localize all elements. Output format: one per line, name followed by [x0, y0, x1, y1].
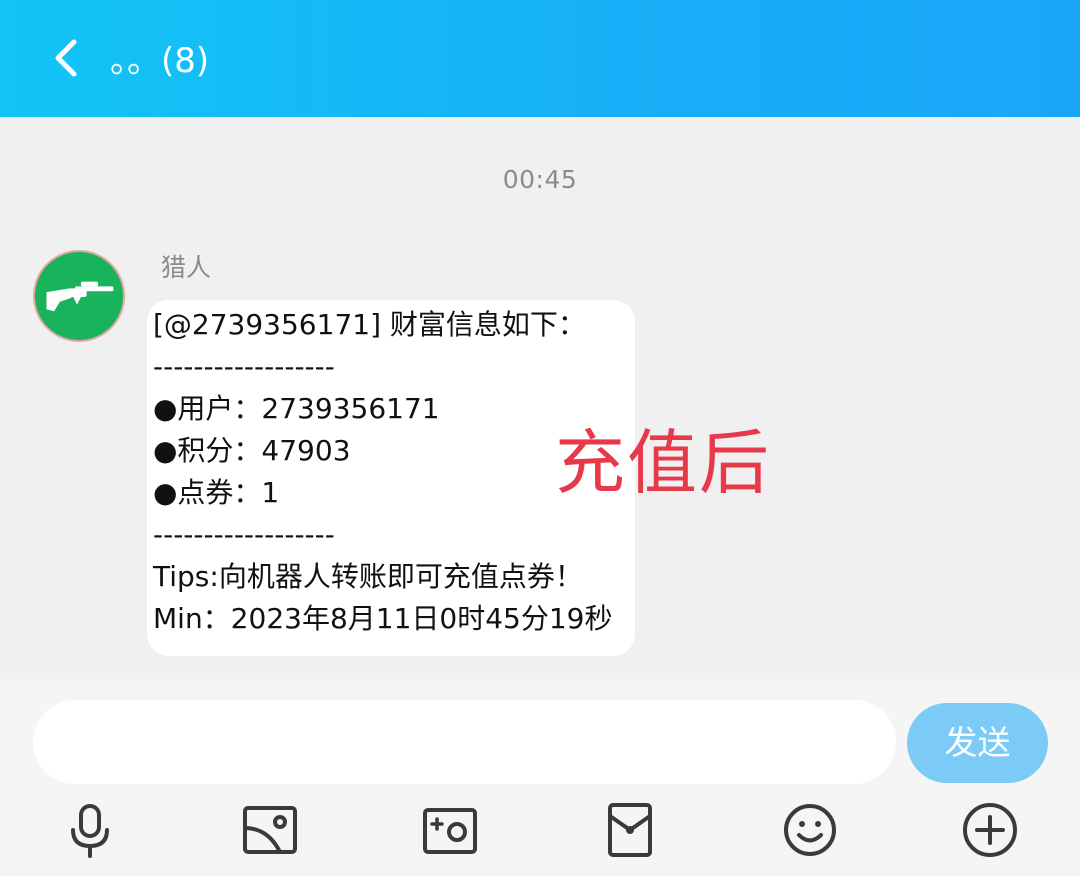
message-list[interactable]: 00:45 猎人 [@2739356171] 财富信息如下： ---------… — [0, 117, 1080, 679]
emoji-button[interactable] — [780, 800, 840, 860]
send-button[interactable]: 发送 — [907, 703, 1048, 783]
message-timestamp: 00:45 — [502, 165, 578, 194]
chevron-left-icon — [55, 39, 77, 77]
more-button[interactable] — [960, 800, 1020, 860]
message-line: ------------------ — [153, 518, 335, 551]
image-icon — [243, 806, 297, 854]
input-bar: 发送 — [0, 679, 1080, 876]
chat-header: 。。(8) — [0, 0, 1080, 117]
message-line: Tips:向机器人转账即可充值点券！ — [153, 560, 583, 593]
chat-title: 。。(8) — [110, 41, 210, 81]
message-line: Min：2023年8月11日0时45分19秒 — [153, 602, 613, 635]
microphone-icon — [71, 804, 109, 858]
avatar[interactable] — [33, 250, 125, 342]
plus-icon — [963, 803, 1017, 857]
red-packet-icon — [608, 803, 652, 857]
camera-button[interactable] — [420, 800, 480, 860]
message-line: [@2739356171] 财富信息如下： — [153, 308, 586, 341]
back-button[interactable] — [44, 34, 92, 82]
message-line: ------------------ — [153, 350, 335, 383]
camera-icon — [423, 808, 477, 854]
emoji-icon — [784, 804, 836, 856]
sender-name: 猎人 — [161, 253, 212, 282]
message-input[interactable] — [33, 700, 896, 784]
image-button[interactable] — [240, 800, 300, 860]
red-packet-button[interactable] — [600, 800, 660, 860]
annotation-text: 充值后 — [555, 422, 771, 504]
voice-button[interactable] — [60, 800, 120, 860]
rifle-icon — [46, 281, 114, 312]
